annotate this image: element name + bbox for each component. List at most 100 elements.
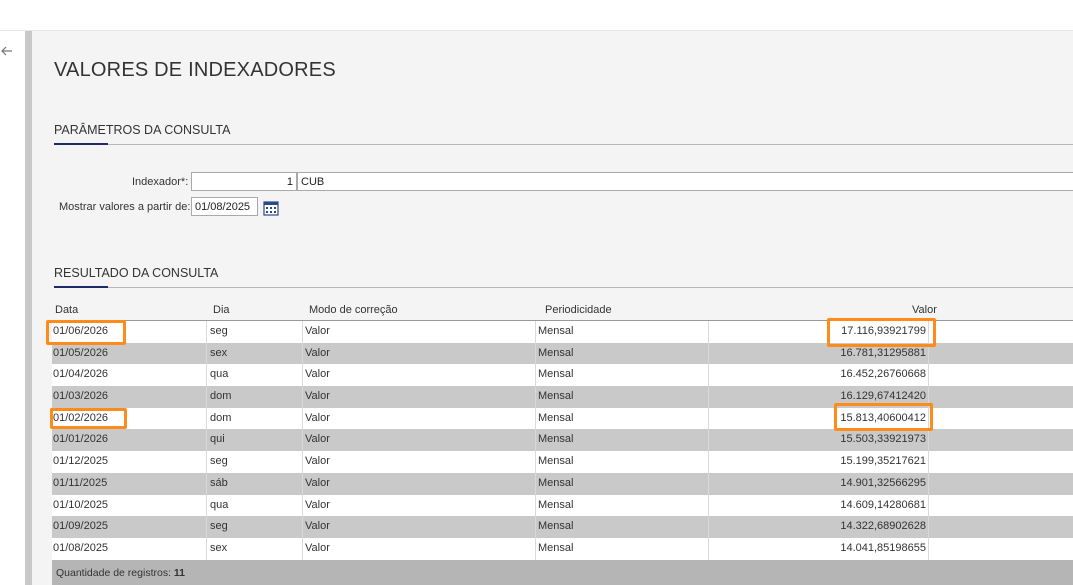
column-separator bbox=[535, 494, 536, 517]
left-strip bbox=[0, 31, 25, 585]
cell-valor: 16.452,26760668 bbox=[840, 368, 926, 381]
column-header-data[interactable]: Data bbox=[55, 304, 78, 316]
cell-data: 01/05/2026 bbox=[53, 346, 109, 359]
column-header-modo[interactable]: Modo de correção bbox=[309, 304, 398, 316]
table-footer: Quantidade de registros: 11 bbox=[52, 560, 1073, 585]
column-separator bbox=[708, 537, 709, 560]
column-separator bbox=[206, 407, 207, 430]
column-separator bbox=[206, 516, 207, 538]
mostrar-valores-label: Mostrar valores a partir de: bbox=[59, 201, 191, 213]
column-separator bbox=[928, 451, 929, 473]
cell-dia: dom bbox=[210, 411, 232, 424]
cell-dia: dom bbox=[210, 390, 232, 403]
cell-modo: Valor bbox=[305, 476, 330, 489]
table-row[interactable]: 01/08/2025 sex Valor Mensal 14.041,85198655 bbox=[52, 537, 1073, 560]
cell-dia: seg bbox=[210, 325, 228, 337]
highlight-box bbox=[50, 408, 127, 429]
cell-valor: 14.041,85198655 bbox=[840, 541, 926, 554]
cell-periodicidade: Mensal bbox=[538, 541, 574, 554]
cell-periodicidade: Mensal bbox=[538, 346, 574, 359]
highlight-box bbox=[834, 403, 933, 431]
table-row[interactable]: 01/10/2025 qua Valor Mensal 14.609,14280681 bbox=[52, 494, 1073, 517]
sidebar-scroll-bar[interactable] bbox=[25, 31, 32, 585]
record-count-value: 11 bbox=[173, 567, 186, 579]
result-section-divider bbox=[54, 287, 1073, 288]
cell-data: 01/10/2025 bbox=[53, 498, 109, 511]
column-header-valor[interactable]: Valor bbox=[912, 304, 937, 316]
column-separator bbox=[928, 537, 929, 560]
cell-modo: Valor bbox=[305, 433, 330, 446]
arrow-left-icon[interactable] bbox=[0, 44, 14, 58]
table-row[interactable]: 01/01/2026 qui Valor Mensal 15.503,33921973 bbox=[52, 429, 1073, 452]
indexador-code-input[interactable] bbox=[191, 172, 297, 191]
column-separator bbox=[206, 451, 207, 473]
table-body: 01/06/2026 seg Valor Mensal 17.116,93921799 0… bbox=[52, 321, 1073, 560]
indexador-name-input[interactable] bbox=[297, 172, 1073, 191]
cell-data: 01/09/2025 bbox=[53, 520, 109, 533]
cell-periodicidade: Mensal bbox=[538, 498, 574, 511]
top-bar bbox=[0, 0, 1073, 31]
cell-dia: seg bbox=[210, 520, 228, 533]
column-separator bbox=[206, 386, 207, 408]
column-separator bbox=[302, 516, 303, 538]
column-separator bbox=[928, 429, 929, 452]
column-header-dia[interactable]: Dia bbox=[213, 304, 230, 316]
column-separator bbox=[302, 429, 303, 452]
cell-periodicidade: Mensal bbox=[538, 325, 574, 337]
column-separator bbox=[928, 516, 929, 538]
column-separator bbox=[708, 364, 709, 387]
cell-periodicidade: Mensal bbox=[538, 455, 574, 468]
column-separator bbox=[206, 494, 207, 517]
indexador-label: Indexador*: bbox=[132, 176, 189, 188]
cell-modo: Valor bbox=[305, 346, 330, 359]
column-separator bbox=[535, 429, 536, 452]
cell-data: 01/03/2026 bbox=[53, 390, 109, 403]
column-header-periodicidade[interactable]: Periodicidade bbox=[545, 304, 612, 316]
cell-periodicidade: Mensal bbox=[538, 476, 574, 489]
result-section-accent bbox=[54, 286, 108, 288]
column-separator bbox=[535, 386, 536, 408]
column-separator bbox=[708, 451, 709, 473]
params-section-divider bbox=[54, 144, 1073, 145]
table-row[interactable]: 01/12/2025 seg Valor Mensal 15.199,35217621 bbox=[52, 451, 1073, 473]
cell-dia: sex bbox=[210, 541, 228, 554]
main-content: VALORES DE INDEXADORES PARÂMETROS DA CON… bbox=[32, 31, 1073, 585]
cell-modo: Valor bbox=[305, 455, 330, 468]
table-row[interactable]: 01/09/2025 seg Valor Mensal 14.322,68902628 bbox=[52, 516, 1073, 538]
table-row[interactable]: 01/04/2026 qua Valor Mensal 16.452,26760668 bbox=[52, 364, 1073, 387]
cell-valor: 14.901,32566295 bbox=[840, 476, 926, 489]
column-separator bbox=[708, 407, 709, 430]
column-separator bbox=[302, 407, 303, 430]
cell-data: 01/12/2025 bbox=[53, 455, 109, 468]
cell-data: 01/04/2026 bbox=[53, 368, 109, 381]
cell-modo: Valor bbox=[305, 541, 330, 554]
column-separator bbox=[206, 472, 207, 495]
column-separator bbox=[206, 342, 207, 365]
calendar-icon[interactable] bbox=[262, 199, 280, 217]
cell-modo: Valor bbox=[305, 498, 330, 511]
cell-dia: sex bbox=[210, 346, 228, 359]
cell-dia: seg bbox=[210, 455, 228, 468]
cell-modo: Valor bbox=[305, 368, 330, 381]
column-separator bbox=[302, 342, 303, 365]
column-separator bbox=[535, 407, 536, 430]
column-separator bbox=[206, 429, 207, 452]
column-separator bbox=[708, 494, 709, 517]
cell-valor: 15.503,33921973 bbox=[840, 433, 926, 446]
column-separator bbox=[302, 537, 303, 560]
column-separator bbox=[302, 364, 303, 387]
page-title: VALORES DE INDEXADORES bbox=[54, 59, 336, 81]
column-separator bbox=[928, 494, 929, 517]
column-separator bbox=[535, 321, 536, 343]
cell-data: 01/08/2025 bbox=[53, 541, 109, 554]
cell-valor: 14.609,14280681 bbox=[840, 498, 926, 511]
column-separator bbox=[535, 364, 536, 387]
record-count: Quantidade de registros: 11 bbox=[56, 567, 185, 579]
column-separator bbox=[708, 386, 709, 408]
mostrar-date-input[interactable] bbox=[191, 197, 258, 216]
table-row[interactable]: 01/11/2025 sáb Valor Mensal 14.901,32566295 bbox=[52, 472, 1073, 495]
cell-modo: Valor bbox=[305, 325, 330, 337]
column-separator bbox=[535, 537, 536, 560]
column-separator bbox=[206, 537, 207, 560]
cell-dia: qui bbox=[210, 433, 225, 446]
